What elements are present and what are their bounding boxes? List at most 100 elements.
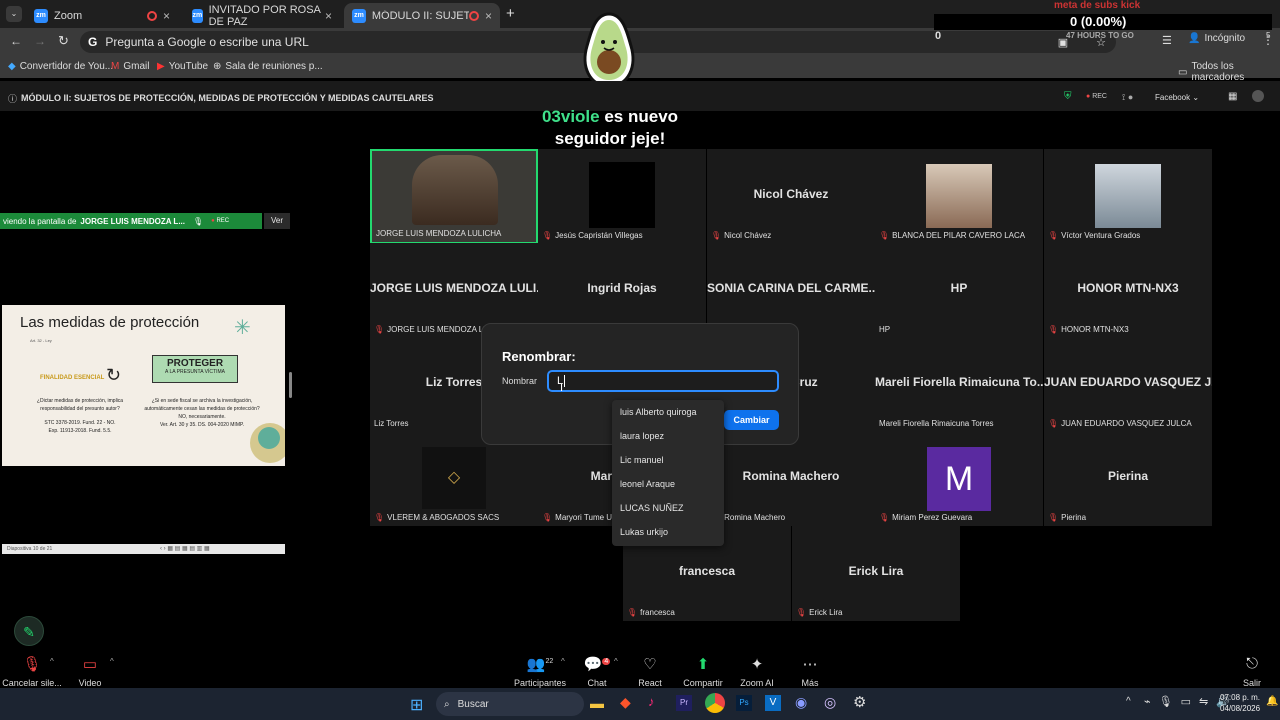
bookmark-convertidor[interactable]: ◆ Convertidor de You...	[8, 61, 113, 72]
reload-icon[interactable]: ↻	[58, 33, 69, 49]
info-icon[interactable]: ⓘ	[8, 92, 17, 105]
participant-tile[interactable]: 🎙 Jesús Capristán Villegas	[538, 149, 706, 244]
participant-avatar	[1095, 164, 1161, 228]
subs-goal-title: meta de subs kick	[1054, 0, 1141, 11]
tab-invitado[interactable]: zm INVITADO POR ROSA DE PAZ ×	[184, 3, 340, 28]
slide-q2: ¿Si en sede fiscal se archiva la investi…	[144, 398, 260, 428]
close-tab-icon[interactable]: ×	[485, 9, 492, 23]
new-tab-button[interactable]: +	[506, 5, 515, 22]
participant-tile[interactable]: 🎙 BLANCA DEL PILAR CAVERO LACA	[875, 149, 1043, 244]
participant-tile[interactable]: Romina Machero🎙Romina Machero	[707, 431, 875, 526]
brave-icon[interactable]: ◆	[620, 694, 631, 711]
suggestion-item[interactable]: laura lopez	[612, 424, 724, 448]
panel-resize-handle[interactable]	[289, 372, 292, 398]
tab-search-button[interactable]: ⌄	[6, 6, 22, 22]
all-bookmarks[interactable]: ▭ Todos los marcadores	[1178, 61, 1280, 83]
participant-label: Liz Torres	[374, 419, 409, 428]
participant-name: Ingrid Rojas	[587, 281, 657, 295]
taskbar-search[interactable]: ⌕ Buscar	[436, 692, 584, 716]
chat-options-icon[interactable]: ^	[614, 657, 618, 666]
react-button[interactable]: ♡ React	[620, 655, 680, 688]
participant-tile[interactable]: JORGE LUIS MENDOZA LULICHA	[370, 149, 538, 244]
share-button[interactable]: ⬆ Compartir	[673, 655, 733, 688]
video-options-icon[interactable]: ^	[110, 657, 114, 666]
participant-tile[interactable]: 🎙 Víctor Ventura Grados	[1044, 149, 1212, 244]
zoom-ai-button[interactable]: ✦ Zoom AI	[727, 655, 787, 688]
windows-start-icon[interactable]: ⊞	[410, 695, 423, 715]
suggestion-item[interactable]: Lic manuel	[612, 448, 724, 472]
forward-icon[interactable]: →	[34, 34, 46, 48]
vscode-icon[interactable]: V	[765, 695, 781, 711]
chrome-icon[interactable]	[705, 693, 725, 713]
suggestion-item[interactable]: LUCAS NUÑEZ	[612, 496, 724, 520]
discord-icon[interactable]: ◉	[795, 694, 807, 711]
tab-modulo[interactable]: zm MÓDULO II: SUJETOS DE PR ×	[344, 3, 500, 28]
incognito-indicator[interactable]: 👤 Incógnito	[1188, 33, 1245, 44]
heart-icon: ♡	[643, 656, 657, 673]
annotate-button[interactable]: ✎	[14, 616, 44, 646]
participant-name: Romina Machero	[742, 469, 840, 483]
bookmark-gmail[interactable]: M Gmail	[111, 61, 149, 72]
clock[interactable]: 07:08 p. m. 04/08/2026	[1220, 692, 1260, 714]
participant-tile[interactable]: Mareli Fiorella Rimaicuna To... Mareli Fi…	[875, 337, 1043, 432]
participant-label: 🎙 Pierina	[1048, 513, 1087, 522]
close-tab-icon[interactable]: ×	[325, 9, 332, 23]
back-icon[interactable]: ←	[10, 34, 22, 48]
settings-gear-icon[interactable]: ⚙	[853, 693, 866, 711]
view-options-button[interactable]: Ver	[264, 213, 290, 229]
leave-button[interactable]: ⎋ Salir	[1222, 655, 1280, 688]
participant-name: HONOR MTN-NX3	[1077, 281, 1179, 295]
participant-tile[interactable]: Pierina 🎙 Pierina	[1044, 431, 1212, 526]
tab-search-icon[interactable]: ☰	[1162, 34, 1172, 47]
tab-zoom[interactable]: zm Zoom ×	[26, 3, 178, 28]
tray-chevron-icon[interactable]: ^	[1126, 696, 1131, 707]
audio-options-icon[interactable]: ^	[50, 657, 54, 666]
name-input[interactable]: L	[547, 370, 779, 392]
premiere-icon[interactable]: Pr	[676, 695, 692, 711]
youtube-icon: ▶	[157, 61, 165, 72]
chat-icon: 💬 4	[583, 656, 611, 673]
participants-options-icon[interactable]: ^	[561, 657, 565, 666]
facebook-live-button[interactable]: Facebook ⌄	[1155, 93, 1199, 102]
participant-tile[interactable]: HP HP	[875, 243, 1043, 338]
sparkle-icon: ✦	[750, 656, 764, 673]
view-icon[interactable]: ▦	[1228, 91, 1237, 102]
participant-name: JORGE LUIS MENDOZA LULI...	[370, 281, 538, 295]
suggestion-item[interactable]: luis Alberto quiroga	[612, 400, 724, 424]
autocomplete-list: luis Alberto quiroga laura lopez Lic man…	[612, 400, 724, 546]
participant-tile[interactable]: 🎙 Miriam Perez Guevara M	[875, 431, 1043, 526]
slide-star-icon: ✳	[234, 317, 251, 339]
chat-button[interactable]: 💬 4 Chat	[567, 655, 627, 688]
participant-tile[interactable]: JUAN EDUARDO VASQUEZ J... 🎙 JUAN EDUARDO V…	[1044, 337, 1212, 432]
slide-decoration	[258, 427, 280, 449]
slide-proteger-box: PROTEGER A LA PRESUNTA VÍCTIMA	[152, 355, 238, 383]
subs-timer: 47 HOURS TO GO	[1066, 31, 1134, 40]
participant-video	[412, 155, 498, 225]
participant-label: 🎙 BLANCA DEL PILAR CAVERO LACA	[879, 231, 1026, 240]
tiktok-icon[interactable]: ♪	[648, 694, 655, 709]
participant-tile[interactable]: HONOR MTN-NX3 🎙 HONOR MTN-NX3	[1044, 243, 1212, 338]
photoshop-icon[interactable]: Ps	[736, 695, 752, 711]
participant-name: Pierina	[1107, 469, 1149, 483]
file-explorer-icon[interactable]: ▬	[590, 695, 604, 711]
slide-nav-icons[interactable]: ‹ › ▦ ▤ ▦ ▤ ▥ ▦	[160, 545, 210, 552]
cambiar-button[interactable]: Cambiar	[724, 410, 779, 430]
bookmark-sala[interactable]: ⊕ Sala de reuniones p...	[213, 61, 323, 72]
participant-tile[interactable]: 🎙 VLEREM & ABOGADOS SACS ◇	[370, 431, 538, 526]
zoom-favicon-icon: zm	[192, 8, 203, 23]
participant-label: 🎙 Nicol Chávez	[711, 231, 772, 240]
suggestion-item[interactable]: Lukas urkijo	[612, 520, 724, 544]
notification-bell-icon[interactable]: 🔔	[1266, 696, 1278, 707]
participant-tile[interactable]: Erick Lira 🎙 Erick Lira	[792, 526, 960, 621]
close-tab-icon[interactable]: ×	[163, 9, 170, 23]
slide-counter: Diapositiva 10 de 21	[7, 546, 53, 552]
suggestion-item[interactable]: leonel Araque	[612, 472, 724, 496]
participant-label: 🎙 Erick Lira	[796, 608, 843, 617]
participant-tile[interactable]: Nicol Chávez 🎙 Nicol Chávez	[707, 149, 875, 244]
more-button[interactable]: ⋯ Más	[780, 655, 840, 688]
bookmark-favicon-icon: ◆	[8, 61, 16, 72]
obs-icon[interactable]: ◎	[824, 694, 836, 711]
self-avatar-icon[interactable]	[1252, 90, 1264, 102]
rec-badge: ● REC	[211, 218, 230, 224]
bookmark-youtube[interactable]: ▶ YouTube	[157, 61, 208, 72]
